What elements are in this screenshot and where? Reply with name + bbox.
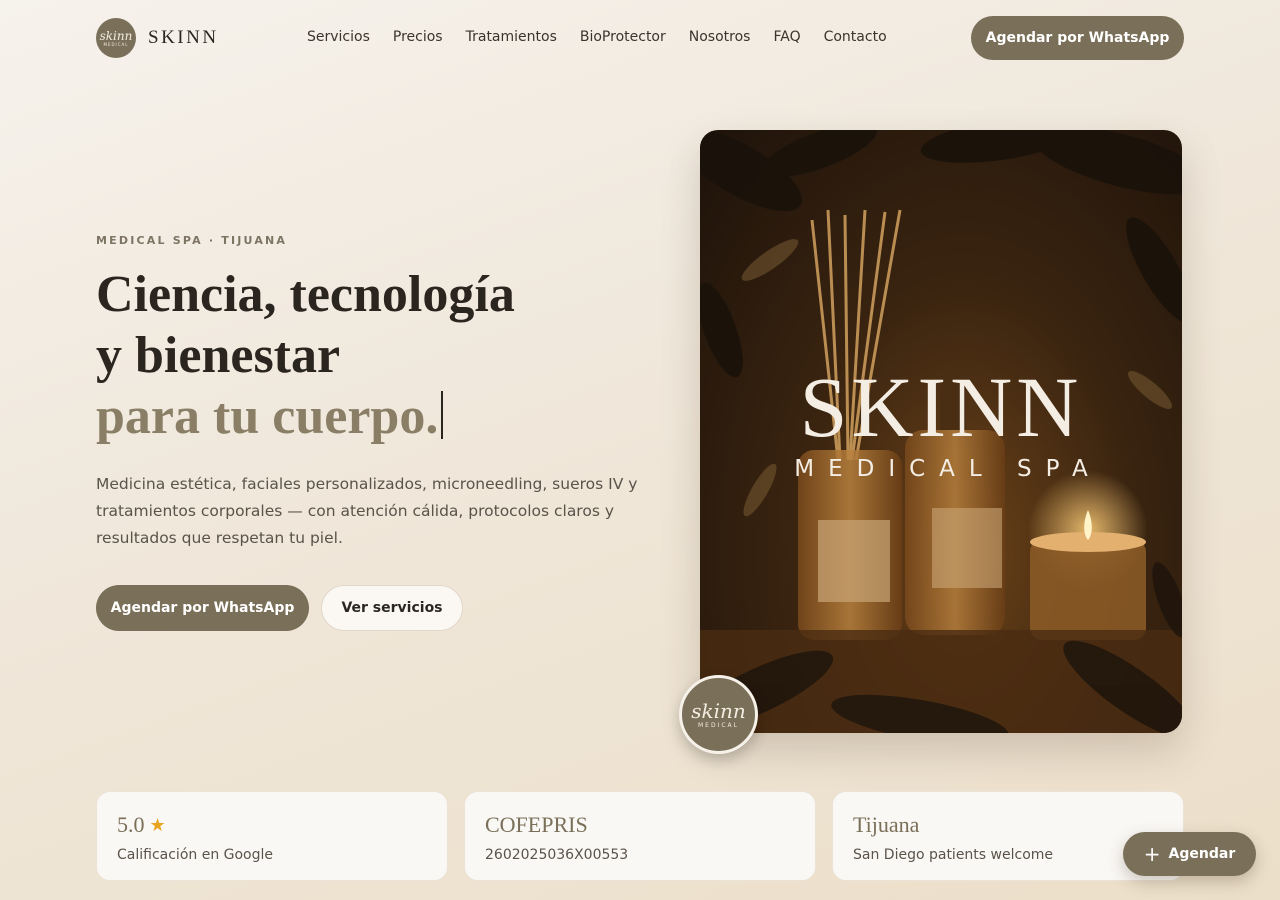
nav-nosotros[interactable]: Nosotros (689, 29, 751, 45)
nav-bioprotector[interactable]: BioProtector (580, 29, 666, 45)
cofepris-number: 2602025036X00553 (485, 847, 629, 863)
image-brand-subtitle: MEDICAL SPA (794, 456, 1102, 482)
plus-icon: + (1143, 842, 1161, 866)
floating-book-label: Agendar (1168, 846, 1236, 862)
logo-mark-script: skinn (99, 28, 133, 43)
hero-description: Medicina estética, faciales personalizad… (96, 475, 638, 547)
hero-image: SKINN MEDICAL SPA (700, 130, 1182, 733)
nav-servicios[interactable]: Servicios (307, 29, 370, 45)
logo-badge: skinn MEDICAL (679, 675, 758, 754)
brand-name: SKINN (148, 27, 219, 48)
badge-script: skinn (691, 699, 746, 723)
nav-contacto[interactable]: Contacto (824, 29, 887, 45)
rating-card: 5.0 ★ Calificación en Google (96, 791, 448, 881)
header-whatsapp-button[interactable]: Agendar por WhatsApp (971, 16, 1184, 60)
rating-value: 5.0 (117, 812, 145, 837)
main-nav: Servicios Precios Tratamientos BioProtec… (307, 29, 887, 45)
location-value: Tijuana (853, 812, 920, 837)
star-icon: ★ (149, 814, 166, 835)
badge-small: MEDICAL (698, 722, 739, 729)
cofepris-value: COFEPRIS (485, 812, 588, 837)
typing-caret (441, 391, 444, 439)
nav-precios[interactable]: Precios (393, 29, 443, 45)
hero-eyebrow: MEDICAL SPA · TIJUANA (96, 234, 288, 247)
view-services-button[interactable]: Ver servicios (321, 585, 463, 631)
brand-logo[interactable]: skinn MEDICAL SKINN (96, 18, 219, 58)
headline-accent: para tu cuerpo. (96, 388, 439, 445)
hero-whatsapp-button[interactable]: Agendar por WhatsApp (96, 585, 309, 631)
nav-faq[interactable]: FAQ (773, 29, 800, 45)
hero-headline: Ciencia, tecnología y bienestar para tu … (96, 264, 656, 447)
cofepris-card: COFEPRIS 2602025036X00553 (464, 791, 816, 881)
rating-value-row: 5.0 ★ (117, 812, 166, 838)
headline-line-1: Ciencia, tecnología (96, 266, 515, 323)
location-label: San Diego patients welcome (853, 847, 1054, 863)
site-header: skinn MEDICAL SKINN Servicios Precios Tr… (0, 0, 1280, 76)
nav-tratamientos[interactable]: Tratamientos (466, 29, 557, 45)
logo-mark: skinn MEDICAL (96, 18, 136, 58)
headline-line-2: y bienestar (96, 327, 341, 384)
image-brand-title: SKINN (799, 359, 1083, 455)
rating-label: Calificación en Google (117, 847, 274, 863)
logo-mark-small: MEDICAL (103, 41, 129, 47)
floating-book-button[interactable]: + Agendar (1123, 832, 1256, 876)
